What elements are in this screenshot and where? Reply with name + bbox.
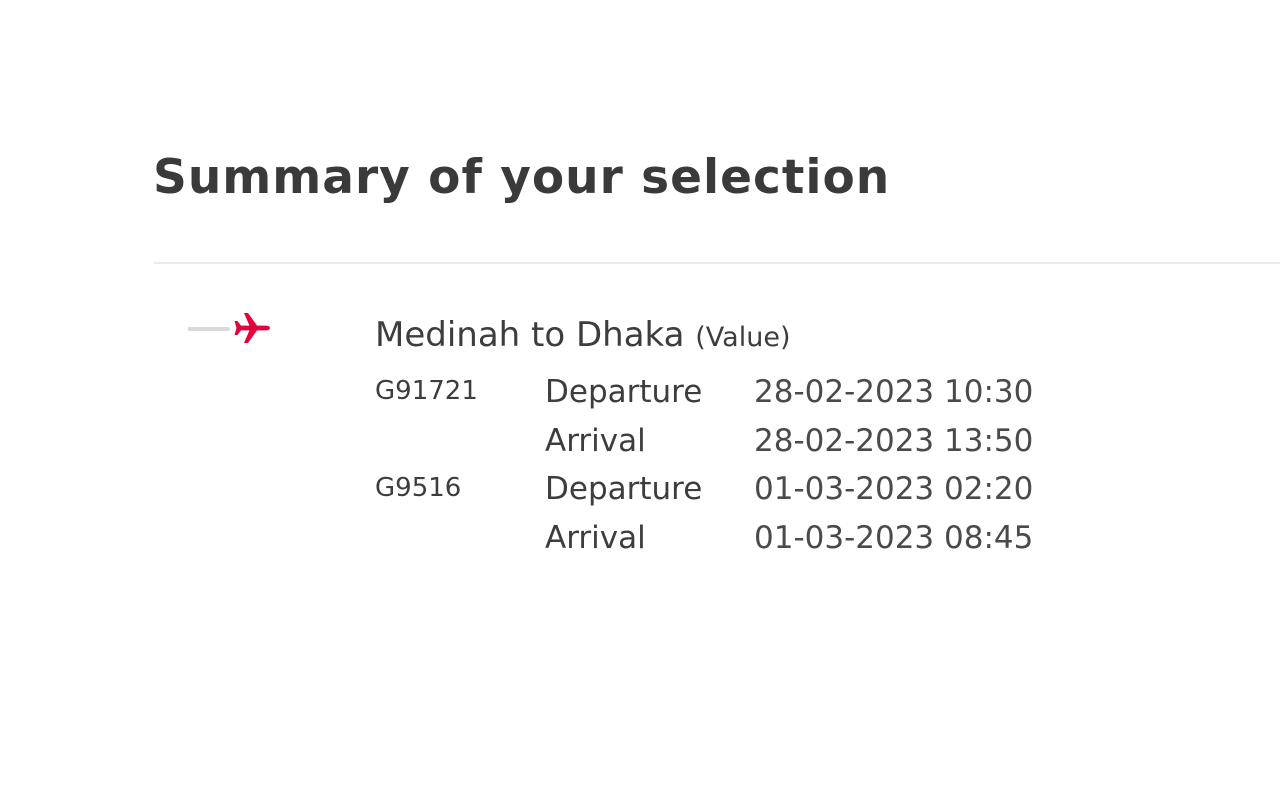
departure-label: Departure	[545, 471, 703, 507]
route-name: Medinah to Dhaka	[375, 315, 685, 355]
departure-label: Departure	[545, 374, 703, 410]
arrival-label: Arrival	[545, 422, 646, 459]
departure-datetime: 28-02-2023 10:30	[754, 374, 1034, 410]
fare-type: (Value)	[695, 322, 791, 353]
section-divider	[154, 262, 1280, 264]
plane-icon	[188, 313, 270, 343]
flight-number: G9516	[375, 473, 462, 503]
departure-datetime: 01-03-2023 02:20	[754, 471, 1034, 507]
page-title: Summary of your selection	[153, 150, 891, 205]
route-title: Medinah to Dhaka (Value)	[375, 315, 790, 355]
arrival-datetime: 28-02-2023 13:50	[754, 422, 1034, 459]
arrival-datetime: 01-03-2023 08:45	[754, 519, 1034, 556]
arrival-label: Arrival	[545, 519, 646, 556]
flight-number: G91721	[375, 376, 478, 406]
